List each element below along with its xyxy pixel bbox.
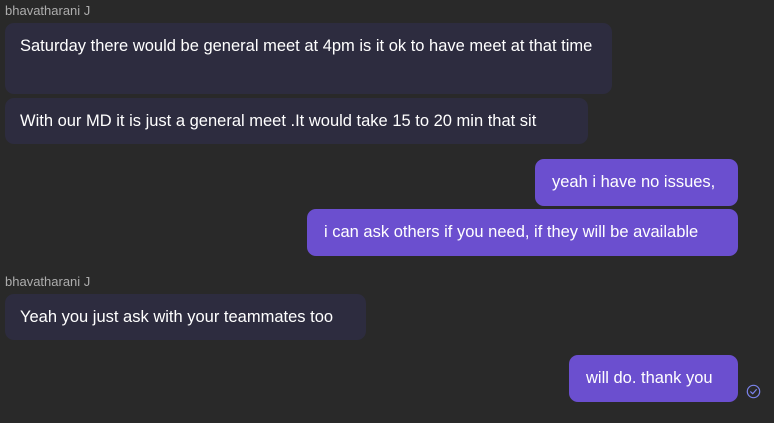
incoming-message[interactable]: Yeah you just ask with your teammates to… (5, 294, 366, 340)
read-receipt-icon (746, 384, 761, 399)
incoming-message[interactable]: With our MD it is just a general meet .I… (5, 98, 588, 144)
outgoing-message[interactable]: i can ask others if you need, if they wi… (307, 209, 738, 256)
outgoing-message[interactable]: will do. thank you (569, 355, 738, 402)
sender-name: bhavatharani J (5, 274, 91, 289)
incoming-message[interactable]: Saturday there would be general meet at … (5, 23, 612, 94)
outgoing-message[interactable]: yeah i have no issues, (535, 159, 738, 206)
chat-view: { "theme": { "background": "#292929", "i… (0, 0, 774, 423)
sender-name: bhavatharani J (5, 3, 91, 18)
